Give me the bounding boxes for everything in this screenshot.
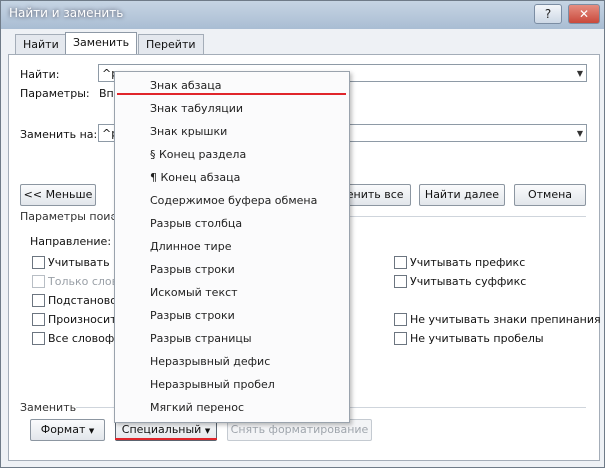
tab-find[interactable]: Найти [15,34,67,54]
menu-item-soft-hyphen[interactable]: Мягкий перенос [115,396,349,419]
match-case-label: Учитывать р [48,256,121,269]
match-suffix-label: Учитывать суффикс [410,275,527,288]
menu-item-label: Знак табуляции [150,102,244,115]
match-prefix-checkbox[interactable] [394,256,407,269]
format-button[interactable]: Формат ▼ [30,419,105,441]
ignore-punct-checkbox[interactable] [394,313,407,326]
help-button[interactable]: ? [534,4,562,24]
menu-item-find-text[interactable]: Искомый текст [115,281,349,304]
direction-label: Направление: [30,235,112,248]
sounds-like-checkbox[interactable] [32,313,45,326]
menu-item-nonbreaking-hyphen[interactable]: Неразрывный дефис [115,350,349,373]
special-menu: Знак абзаца Знак табуляции Знак крышки §… [114,71,350,423]
options-label: Параметры: [20,87,90,100]
menu-item-label: Длинное тире [150,240,232,253]
title-bar[interactable]: Найти и заменить ? ✕ [1,1,604,29]
menu-item-label: Искомый текст [150,286,238,299]
match-case-checkbox[interactable] [32,256,45,269]
menu-item-label: Разрыв страницы [150,332,252,345]
menu-item-caret[interactable]: Знак крышки [115,120,349,143]
find-next-button[interactable]: Найти далее [419,184,505,206]
all-forms-label: Все словофо [48,332,122,345]
caret-down-icon: ▼ [88,427,95,435]
highlight-underline [115,438,217,440]
chevron-down-icon[interactable]: ▼ [577,65,583,83]
match-suffix-checkbox[interactable] [394,275,407,288]
menu-item-label: Мягкий перенос [150,401,245,414]
whole-word-checkbox [32,275,45,288]
replace-section-title: Заменить [20,401,77,414]
special-button-label: Специальный [121,423,202,436]
wildcards-checkbox[interactable] [32,294,45,307]
menu-item-label: ¶ Конец абзаца [150,171,241,184]
menu-item-page-break[interactable]: Разрыв страницы [115,327,349,350]
menu-item-label: Содержимое буфера обмена [150,194,318,207]
menu-item-em-dash[interactable]: Длинное тире [115,235,349,258]
close-button[interactable]: ✕ [568,4,600,24]
tab-goto[interactable]: Перейти [138,34,204,54]
find-replace-dialog: Найти и заменить ? ✕ Найти Заменить Пере… [0,0,605,468]
ignore-space-label: Не учитывать пробелы [410,332,544,345]
ignore-space-checkbox[interactable] [394,332,407,345]
ignore-punct-label: Не учитывать знаки препинания [410,313,601,326]
menu-item-label: Знак крышки [150,125,228,138]
menu-item-section-break[interactable]: § Конец раздела [115,143,349,166]
menu-item-label: Разрыв строки [150,263,235,276]
menu-item-label: Неразрывный пробел [150,378,275,391]
menu-item-label: Разрыв столбца [150,217,243,230]
caret-down-icon: ▼ [204,427,211,435]
chevron-down-icon[interactable]: ▼ [577,125,583,143]
less-button[interactable]: << Меньше [20,184,96,206]
tab-replace[interactable]: Заменить [65,32,138,54]
search-params-title: Параметры поиск [20,210,124,223]
cancel-button[interactable]: Отмена [514,184,586,206]
menu-item-paragraph-end[interactable]: ¶ Конец абзаца [115,166,349,189]
format-button-label: Формат [40,423,86,436]
match-prefix-label: Учитывать префикс [410,256,526,269]
menu-item-line-break-2[interactable]: Разрыв строки [115,304,349,327]
wildcards-label: Подстановоч [48,294,124,307]
all-forms-checkbox[interactable] [32,332,45,345]
menu-item-nonbreaking-space[interactable]: Неразрывный пробел [115,373,349,396]
sounds-like-label: Произносит [48,313,117,326]
highlight-underline [117,93,346,95]
replace-label: Заменить на: [20,128,98,141]
find-label: Найти: [20,68,60,81]
menu-item-label: Разрыв строки [150,309,235,322]
menu-item-label: Неразрывный дефис [150,355,271,368]
options-value: Вп [99,87,114,100]
menu-item-clipboard[interactable]: Содержимое буфера обмена [115,189,349,212]
menu-item-column-break[interactable]: Разрыв столбца [115,212,349,235]
dialog-title: Найти и заменить [9,6,124,20]
menu-item-label: § Конец раздела [150,148,247,161]
menu-item-tab[interactable]: Знак табуляции [115,97,349,120]
menu-item-line-break[interactable]: Разрыв строки [115,258,349,281]
